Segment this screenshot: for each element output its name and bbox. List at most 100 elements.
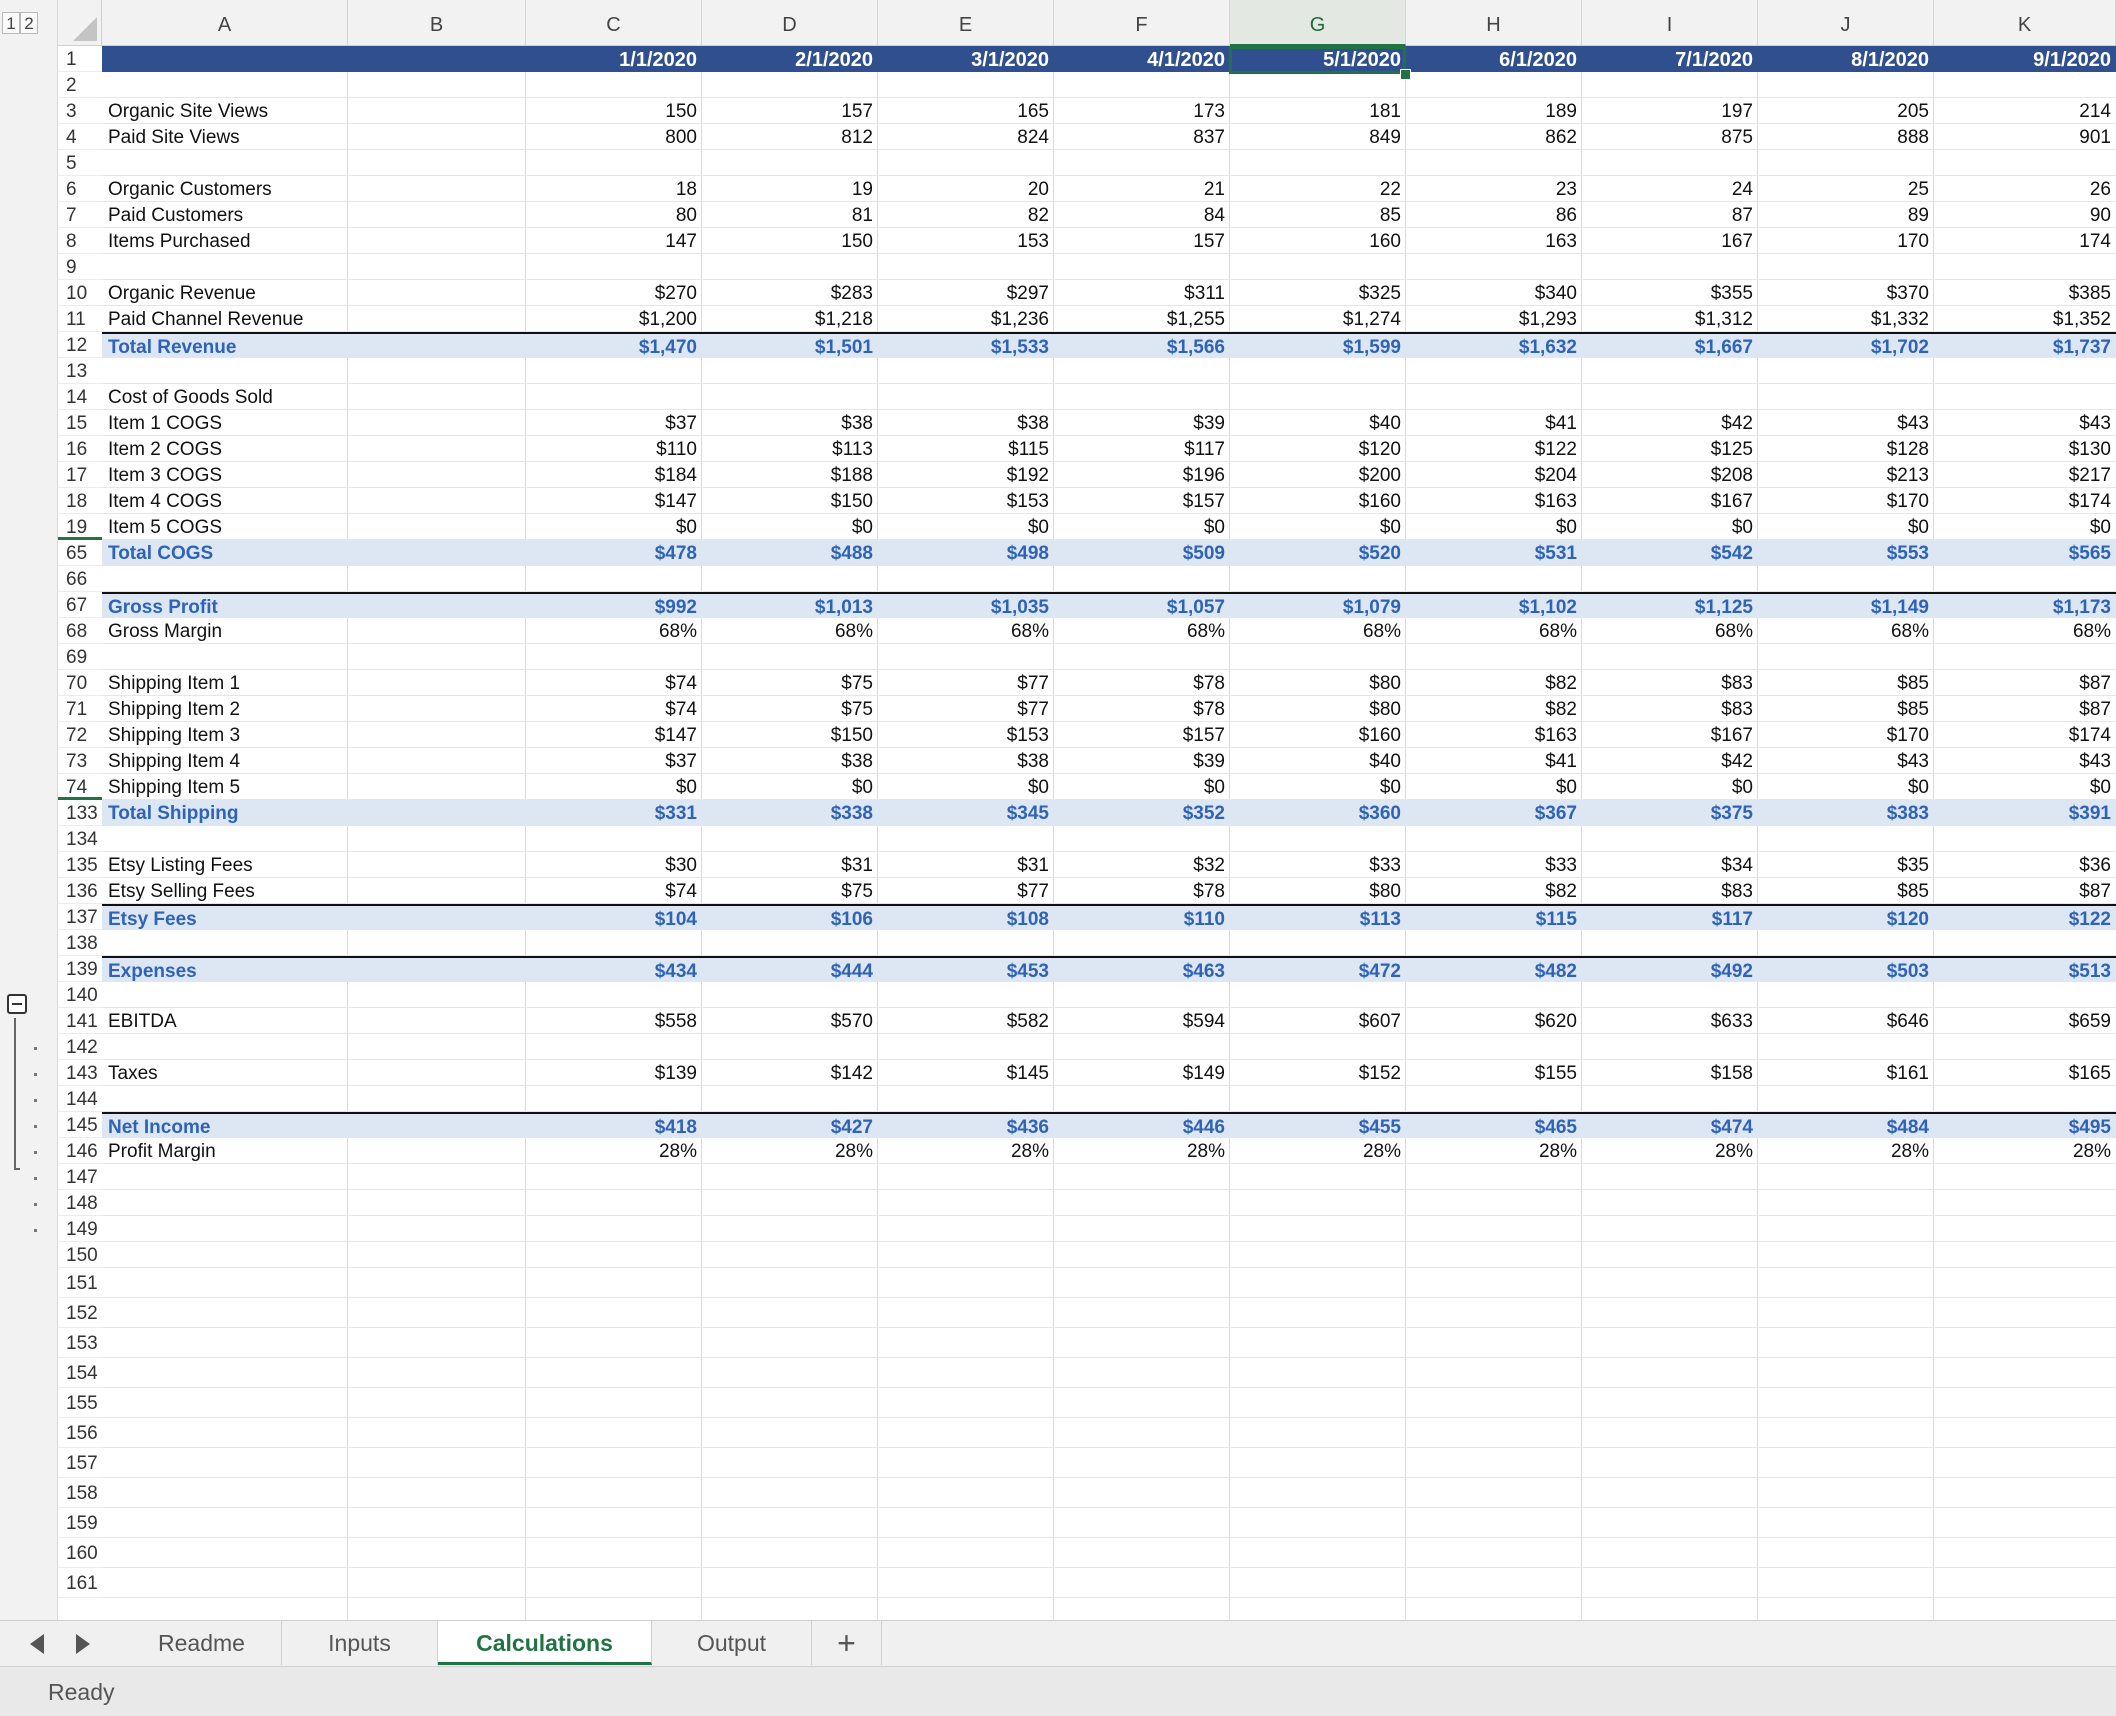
cell-value[interactable]: $1,236 bbox=[878, 306, 1054, 331]
row-label[interactable]: Organic Customers bbox=[102, 176, 348, 201]
minus-box-icon[interactable] bbox=[7, 994, 27, 1014]
cell-value[interactable]: $565 bbox=[1934, 540, 2116, 565]
cell-value[interactable]: $370 bbox=[1758, 280, 1934, 305]
cell-value[interactable]: $520 bbox=[1230, 540, 1406, 565]
row-header[interactable]: 142 bbox=[58, 1034, 102, 1060]
row-label[interactable]: EBITDA bbox=[102, 1008, 348, 1033]
row-header[interactable]: 14 bbox=[58, 384, 102, 410]
cell-value[interactable]: 9/1/2020 bbox=[1934, 46, 2116, 72]
cell-value[interactable]: $74 bbox=[526, 670, 702, 695]
row-header[interactable]: 4 bbox=[58, 124, 102, 150]
cell-value[interactable]: $43 bbox=[1758, 410, 1934, 435]
cell-value[interactable]: 147 bbox=[526, 228, 702, 253]
row-header[interactable]: 6 bbox=[58, 176, 102, 202]
cell-value[interactable]: $503 bbox=[1758, 958, 1934, 981]
cell-value[interactable]: $104 bbox=[526, 906, 702, 929]
cell-value[interactable]: 24 bbox=[1582, 176, 1758, 201]
cell-value[interactable]: $484 bbox=[1758, 1114, 1934, 1137]
cell-value[interactable]: $311 bbox=[1054, 280, 1230, 305]
sheet-tab-readme[interactable]: Readme bbox=[122, 1621, 282, 1665]
cell-value[interactable]: $83 bbox=[1582, 696, 1758, 721]
cell-value[interactable]: 174 bbox=[1934, 228, 2116, 253]
cell-value[interactable]: $31 bbox=[702, 852, 878, 877]
column-header-e[interactable]: E bbox=[878, 0, 1054, 46]
cell-value[interactable]: $130 bbox=[1934, 436, 2116, 461]
row-label[interactable] bbox=[102, 1190, 348, 1215]
column-header-a[interactable]: A bbox=[102, 0, 348, 46]
row-header[interactable]: 71 bbox=[58, 696, 102, 722]
cell-value[interactable]: 812 bbox=[702, 124, 878, 149]
row-header[interactable]: 10 bbox=[58, 280, 102, 306]
column-header-f[interactable]: F bbox=[1054, 0, 1230, 46]
row-header[interactable]: 147 bbox=[58, 1164, 102, 1190]
row-header[interactable]: 139 bbox=[58, 956, 102, 982]
cell-value[interactable]: 86 bbox=[1406, 202, 1582, 227]
cell-value[interactable]: $478 bbox=[526, 540, 702, 565]
cell-value[interactable]: $659 bbox=[1934, 1008, 2116, 1033]
row-header[interactable]: 19 bbox=[58, 514, 102, 540]
row-header[interactable]: 70 bbox=[58, 670, 102, 696]
cell-value[interactable]: $446 bbox=[1054, 1114, 1230, 1137]
cell-value[interactable]: $37 bbox=[526, 410, 702, 435]
cell-value[interactable]: $147 bbox=[526, 488, 702, 513]
cell-value[interactable]: $85 bbox=[1758, 878, 1934, 903]
cell-value[interactable]: $113 bbox=[1230, 906, 1406, 929]
cell-value[interactable]: 68% bbox=[702, 618, 878, 643]
row-header[interactable]: 66 bbox=[58, 566, 102, 592]
row-label[interactable] bbox=[102, 1448, 348, 1477]
row-header[interactable]: 159 bbox=[58, 1508, 102, 1538]
cell-value[interactable]: $87 bbox=[1934, 670, 2116, 695]
cell-value[interactable]: $82 bbox=[1406, 878, 1582, 903]
cell-value[interactable]: $1,125 bbox=[1582, 594, 1758, 617]
cell-value[interactable]: $355 bbox=[1582, 280, 1758, 305]
cell-value[interactable]: $153 bbox=[878, 722, 1054, 747]
cell-value[interactable]: $620 bbox=[1406, 1008, 1582, 1033]
row-label[interactable] bbox=[102, 982, 348, 1007]
column-header-h[interactable]: H bbox=[1406, 0, 1582, 46]
cell-value[interactable]: 68% bbox=[878, 618, 1054, 643]
cell-value[interactable]: $153 bbox=[878, 488, 1054, 513]
row-label[interactable] bbox=[102, 1568, 348, 1597]
cell-value[interactable]: $149 bbox=[1054, 1060, 1230, 1085]
cell-value[interactable]: $184 bbox=[526, 462, 702, 487]
cell-value[interactable]: $558 bbox=[526, 1008, 702, 1033]
cell-value[interactable]: $1,274 bbox=[1230, 306, 1406, 331]
cell-value[interactable]: 5/1/2020 bbox=[1230, 46, 1406, 72]
row-header[interactable]: 67 bbox=[58, 592, 102, 618]
cell-value[interactable]: $32 bbox=[1054, 852, 1230, 877]
row-label[interactable] bbox=[102, 1328, 348, 1357]
row-label[interactable]: Item 4 COGS bbox=[102, 488, 348, 513]
row-label[interactable] bbox=[102, 1418, 348, 1447]
cell-value[interactable]: $42 bbox=[1582, 748, 1758, 773]
row-header[interactable]: 8 bbox=[58, 228, 102, 254]
cell-value[interactable]: 68% bbox=[1406, 618, 1582, 643]
cell-value[interactable]: $0 bbox=[1758, 774, 1934, 799]
add-sheet-button[interactable]: + bbox=[812, 1621, 882, 1665]
cell-value[interactable]: $0 bbox=[878, 514, 1054, 539]
row-label[interactable] bbox=[102, 1216, 348, 1241]
cell-value[interactable]: 181 bbox=[1230, 98, 1406, 123]
cell-value[interactable]: $160 bbox=[1230, 488, 1406, 513]
cell-value[interactable]: 862 bbox=[1406, 124, 1582, 149]
fill-handle[interactable] bbox=[1400, 69, 1411, 80]
cell-value[interactable]: $161 bbox=[1758, 1060, 1934, 1085]
cell-value[interactable]: $43 bbox=[1934, 410, 2116, 435]
cell-value[interactable]: $78 bbox=[1054, 696, 1230, 721]
cell-value[interactable]: $147 bbox=[526, 722, 702, 747]
cell-value[interactable]: $170 bbox=[1758, 722, 1934, 747]
cell-value[interactable]: $1,632 bbox=[1406, 334, 1582, 357]
row-header[interactable]: 133 bbox=[58, 800, 102, 826]
cell-value[interactable]: $345 bbox=[878, 800, 1054, 825]
row-label[interactable] bbox=[102, 826, 348, 851]
cell-value[interactable]: $455 bbox=[1230, 1114, 1406, 1137]
row-header[interactable]: 146 bbox=[58, 1138, 102, 1164]
cell-value[interactable]: $208 bbox=[1582, 462, 1758, 487]
select-all-corner[interactable] bbox=[58, 0, 102, 46]
row-label[interactable] bbox=[102, 1242, 348, 1267]
cell-value[interactable]: $0 bbox=[1934, 514, 2116, 539]
row-header[interactable]: 151 bbox=[58, 1268, 102, 1298]
row-header[interactable]: 158 bbox=[58, 1478, 102, 1508]
cell-value[interactable]: 19 bbox=[702, 176, 878, 201]
cell-value[interactable]: 150 bbox=[702, 228, 878, 253]
cell-value[interactable]: 68% bbox=[1054, 618, 1230, 643]
